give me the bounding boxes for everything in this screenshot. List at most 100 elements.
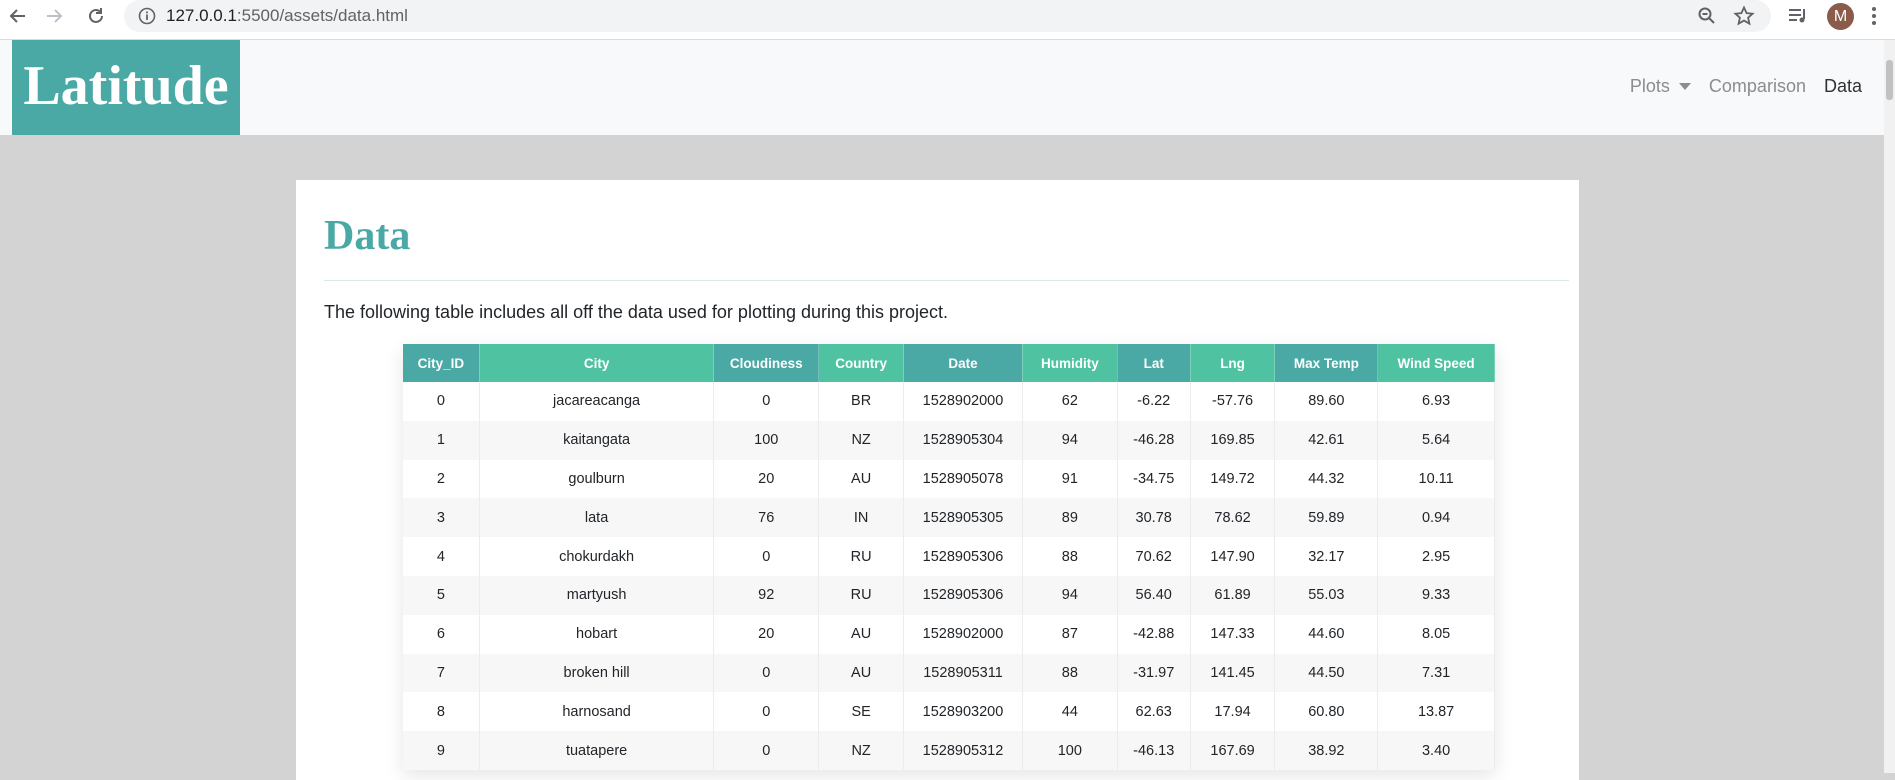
cell-lng: 141.45 <box>1190 653 1276 693</box>
cell-humidity: 89 <box>1022 498 1118 538</box>
column-header-lat[interactable]: Lat <box>1117 344 1191 382</box>
table-row: 6 hobart 20 AU 1528902000 87 -42.88 147.33 44.60… <box>403 614 1495 654</box>
cell-date: 1528905078 <box>903 459 1023 499</box>
nav-plots-dropdown[interactable]: Plots <box>1630 76 1691 97</box>
cell-country: AU <box>818 614 905 654</box>
cell-max-temp: 42.61 <box>1274 420 1379 460</box>
column-header-cloudiness[interactable]: Cloudiness <box>713 344 820 382</box>
cell-humidity: 62 <box>1022 382 1118 421</box>
cell-lng: 167.69 <box>1190 731 1276 770</box>
page-title: Data <box>324 213 411 259</box>
cell-date: 1528905306 <box>903 537 1023 576</box>
cell-date: 1528902000 <box>903 382 1023 421</box>
cell-wind-speed: 5.64 <box>1377 420 1495 460</box>
forward-arrow-icon <box>47 9 63 23</box>
url-host: 127.0.0.1 <box>166 6 237 25</box>
cell-country: IN <box>818 498 905 538</box>
back-button[interactable] <box>0 0 36 32</box>
menu-kebab-icon[interactable] <box>1864 4 1884 28</box>
cell-cloudiness: 92 <box>713 575 820 615</box>
cell-date: 1528905304 <box>903 420 1023 460</box>
cell-city: chokurdakh <box>479 537 715 576</box>
cell-humidity: 91 <box>1022 459 1118 499</box>
title-divider <box>324 280 1569 281</box>
cell-lng: 78.62 <box>1190 498 1276 538</box>
profile-avatar[interactable]: M <box>1827 3 1854 30</box>
address-bar[interactable]: 127.0.0.1:5500/assets/data.html <box>124 0 1771 32</box>
cell-city-id: 4 <box>403 537 480 576</box>
column-header-city-id[interactable]: City_ID <box>403 344 480 382</box>
cell-city: broken hill <box>479 653 715 693</box>
column-header-wind-speed[interactable]: Wind Speed <box>1377 344 1495 382</box>
brand-logo[interactable]: Latitude <box>12 40 240 135</box>
cell-lat: -46.13 <box>1117 731 1191 770</box>
cell-country: AU <box>818 653 905 693</box>
column-header-country[interactable]: Country <box>818 344 905 382</box>
nav-comparison-link[interactable]: Comparison <box>1709 76 1806 97</box>
cell-max-temp: 59.89 <box>1274 498 1379 538</box>
table-header-row: City_ID City Cloudiness Country Date Humidity… <box>403 344 1495 382</box>
cell-country: RU <box>818 575 905 615</box>
cell-city-id: 1 <box>403 420 480 460</box>
cell-date: 1528905311 <box>903 653 1023 693</box>
cell-humidity: 100 <box>1022 731 1118 770</box>
cell-country: NZ <box>818 731 905 770</box>
cell-wind-speed: 9.33 <box>1377 575 1495 615</box>
cell-city: jacareacanga <box>479 382 715 421</box>
cell-country: SE <box>818 692 905 732</box>
cell-city: kaitangata <box>479 420 715 460</box>
cell-city-id: 8 <box>403 692 480 732</box>
cell-lng: -57.76 <box>1190 382 1276 421</box>
cell-lat: -34.75 <box>1117 459 1191 499</box>
column-header-max-temp[interactable]: Max Temp <box>1274 344 1379 382</box>
nav-data-link[interactable]: Data <box>1824 76 1862 97</box>
cell-max-temp: 60.80 <box>1274 692 1379 732</box>
nav-links: Plots Comparison Data <box>1630 76 1862 97</box>
cell-city: lata <box>479 498 715 538</box>
cell-wind-speed: 6.93 <box>1377 382 1495 421</box>
reload-icon <box>89 8 103 23</box>
cell-max-temp: 32.17 <box>1274 537 1379 576</box>
cell-wind-speed: 13.87 <box>1377 692 1495 732</box>
url-text: 127.0.0.1:5500/assets/data.html <box>166 6 408 26</box>
cell-date: 1528905312 <box>903 731 1023 770</box>
cell-city: martyush <box>479 575 715 615</box>
page-scrollbar[interactable] <box>1884 40 1895 773</box>
column-header-date[interactable]: Date <box>903 344 1023 382</box>
cell-cloudiness: 76 <box>713 498 820 538</box>
cell-city: hobart <box>479 614 715 654</box>
column-header-city[interactable]: City <box>479 344 715 382</box>
table-row: 8 harnosand 0 SE 1528903200 44 62.63 17.94 60.80… <box>403 692 1495 732</box>
cell-wind-speed: 2.95 <box>1377 537 1495 576</box>
data-table: City_ID City Cloudiness Country Date Humidity… <box>403 344 1495 770</box>
media-control-icon[interactable] <box>1787 5 1809 27</box>
intro-text: The following table includes all off the… <box>324 302 949 322</box>
cell-humidity: 94 <box>1022 575 1118 615</box>
cell-cloudiness: 0 <box>713 382 820 421</box>
column-header-humidity[interactable]: Humidity <box>1022 344 1118 382</box>
zoom-icon[interactable] <box>1697 6 1717 26</box>
cell-wind-speed: 10.11 <box>1377 459 1495 499</box>
column-header-lng[interactable]: Lng <box>1190 344 1276 382</box>
nav-plots-label: Plots <box>1629 76 1670 96</box>
reload-button[interactable] <box>78 0 114 32</box>
cell-wind-speed: 7.31 <box>1377 653 1495 693</box>
cell-country: BR <box>818 382 905 421</box>
cell-lng: 147.33 <box>1190 614 1276 654</box>
scrollbar-thumb[interactable] <box>1886 60 1893 100</box>
cell-city-id: 2 <box>403 459 480 499</box>
forward-button[interactable] <box>36 0 72 32</box>
cell-humidity: 44 <box>1022 692 1118 732</box>
cell-date: 1528903200 <box>903 692 1023 732</box>
cell-lat: -31.97 <box>1117 653 1191 693</box>
content-card: Data The following table includes all of… <box>296 180 1579 780</box>
table-row: 7 broken hill 0 AU 1528905311 88 -31.97 141.45 4… <box>403 653 1495 693</box>
table-row: 0 jacareacanga 0 BR 1528902000 62 -6.22 -57.76 8… <box>403 382 1495 421</box>
table-row: 2 goulburn 20 AU 1528905078 91 -34.75 149.72 44.… <box>403 459 1495 499</box>
caret-down-icon <box>1678 83 1691 90</box>
cell-lat: 56.40 <box>1117 575 1191 615</box>
cell-cloudiness: 0 <box>713 537 820 576</box>
cell-lat: 70.62 <box>1117 537 1191 576</box>
bookmark-star-icon[interactable] <box>1733 5 1755 27</box>
cell-date: 1528905305 <box>903 498 1023 538</box>
